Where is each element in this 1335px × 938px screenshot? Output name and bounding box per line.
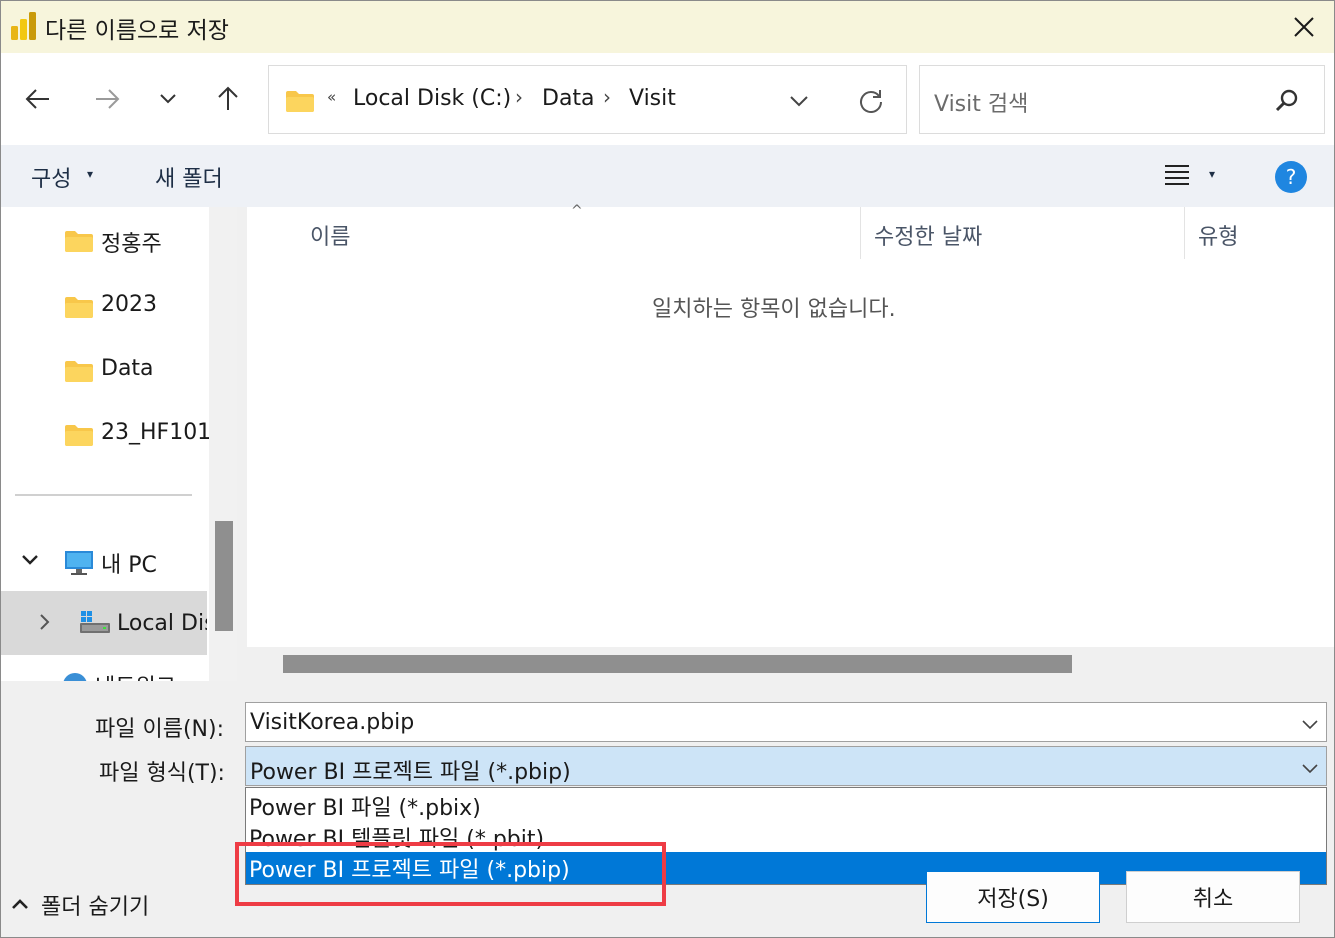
nav-item-this-pc[interactable]: 내 PC [1,533,209,589]
nav-divider [15,494,192,496]
nav-item-label[interactable]: 2023 [101,292,157,317]
caret-down-icon[interactable]: ▾ [1209,167,1215,181]
filetype-select[interactable]: Power BI 프로젝트 파일 (*.pbip) [245,746,1327,786]
nav-item-folder[interactable]: Data [1,339,209,399]
new-folder-button[interactable]: 새 폴더 [155,161,223,193]
empty-message: 일치하는 항목이 없습니다. [652,297,896,322]
navigation-pane: 정홍주 2023 Data 23_HF101 내 PC Local Di [1,207,237,681]
address-segment-data[interactable]: Data [542,86,595,111]
folder-icon [64,359,94,387]
filename-field[interactable]: VisitKorea.pbip [245,702,1327,742]
address-segment-visit[interactable]: Visit [629,86,676,111]
column-header-name[interactable]: 이름 [310,219,350,251]
computer-icon [64,549,94,581]
arrow-left-icon[interactable] [20,81,56,117]
cancel-button[interactable]: 취소 [1126,871,1300,923]
horizontal-scrollbar-thumb[interactable] [283,655,1072,673]
hide-folders-label[interactable]: 폴더 숨기기 [41,889,149,921]
chevron-down-icon[interactable] [1302,759,1318,778]
chevron-down-icon[interactable] [781,86,817,116]
address-separator[interactable]: › [515,85,523,109]
svg-text:?: ? [1286,165,1297,189]
nav-item-folder[interactable]: 2023 [1,275,209,335]
filetype-label: 파일 형식(T): [99,761,225,786]
nav-item-folder[interactable]: 정홍주 [1,209,209,269]
nav-item-network[interactable]: 네트워크 [61,667,207,681]
view-list-icon[interactable] [1163,163,1191,189]
nav-scrollbar-thumb[interactable] [215,521,233,631]
power-bi-icon [9,10,39,42]
folder-icon [64,229,94,257]
dialog-title: 다른 이름으로 저장 [45,18,229,44]
refresh-icon[interactable] [853,84,889,118]
column-divider[interactable] [1184,207,1185,259]
arrow-up-icon[interactable] [210,81,246,117]
command-bar: 구성 ▾ 새 폴더 ▾ [1,145,1334,207]
address-bar[interactable]: « Local Disk (C:) › Data › Visit [268,65,907,134]
chevron-right-icon[interactable] [39,613,51,635]
nav-item-label[interactable]: Data [101,356,154,381]
folder-icon [285,89,315,117]
save-as-dialog: 다른 이름으로 저장 « Local Disk (C:) › Data › Vi [0,0,1335,938]
search-placeholder[interactable]: Visit 검색 [934,86,1028,118]
filename-value[interactable]: VisitKorea.pbip [250,710,414,735]
address-segment-local-disk[interactable]: Local Disk (C:) [353,86,511,111]
nav-item-label[interactable]: Local Disk (C:) [117,611,207,636]
folder-icon [64,423,94,451]
nav-item-label[interactable]: 23_HF101 [101,420,211,445]
nav-item-label[interactable]: 내 PC [101,547,157,579]
search-icon[interactable] [1274,88,1300,118]
chevron-up-icon[interactable] [11,895,29,914]
search-box[interactable]: Visit 검색 [919,65,1325,134]
arrow-right-icon[interactable] [89,81,125,117]
column-divider[interactable] [860,207,861,259]
column-header-type[interactable]: 유형 [1198,219,1238,251]
column-header-date[interactable]: 수정한 날짜 [874,219,982,251]
save-button[interactable]: 저장(S) [926,871,1100,923]
filetype-value[interactable]: Power BI 프로젝트 파일 (*.pbip) [250,754,571,786]
drive-icon [79,609,111,641]
chevron-down-icon[interactable] [150,81,186,117]
caret-down-icon[interactable]: ▾ [87,167,93,181]
close-icon[interactable] [1281,7,1327,47]
annotation-highlight-box [235,842,666,906]
organize-button[interactable]: 구성 [31,161,71,193]
nav-item-folder[interactable]: 23_HF101 [1,403,211,463]
sort-indicator: ^ [571,203,583,219]
nav-item-label[interactable]: 네트워크 [95,669,176,681]
title-bar: 다른 이름으로 저장 [1,1,1334,53]
filetype-option[interactable]: Power BI 파일 (*.pbix) [246,790,1326,822]
address-separator[interactable]: › [603,85,611,109]
nav-item-local-disk[interactable]: Local Disk (C:) [1,591,207,655]
help-icon[interactable]: ? [1274,160,1308,198]
navigation-bar: « Local Disk (C:) › Data › Visit Visit 검… [1,53,1334,145]
file-list: ^ 이름 수정한 날짜 유형 일치하는 항목이 없습니다. [247,203,1334,681]
folder-icon [64,295,94,323]
pane-splitter[interactable] [237,207,247,681]
chevron-down-icon[interactable] [21,551,39,570]
filename-label: 파일 이름(N): [95,717,224,742]
address-overflow[interactable]: « [327,88,336,106]
nav-item-label[interactable]: 정홍주 [101,226,162,258]
network-icon [63,673,87,681]
chevron-down-icon[interactable] [1302,715,1318,734]
